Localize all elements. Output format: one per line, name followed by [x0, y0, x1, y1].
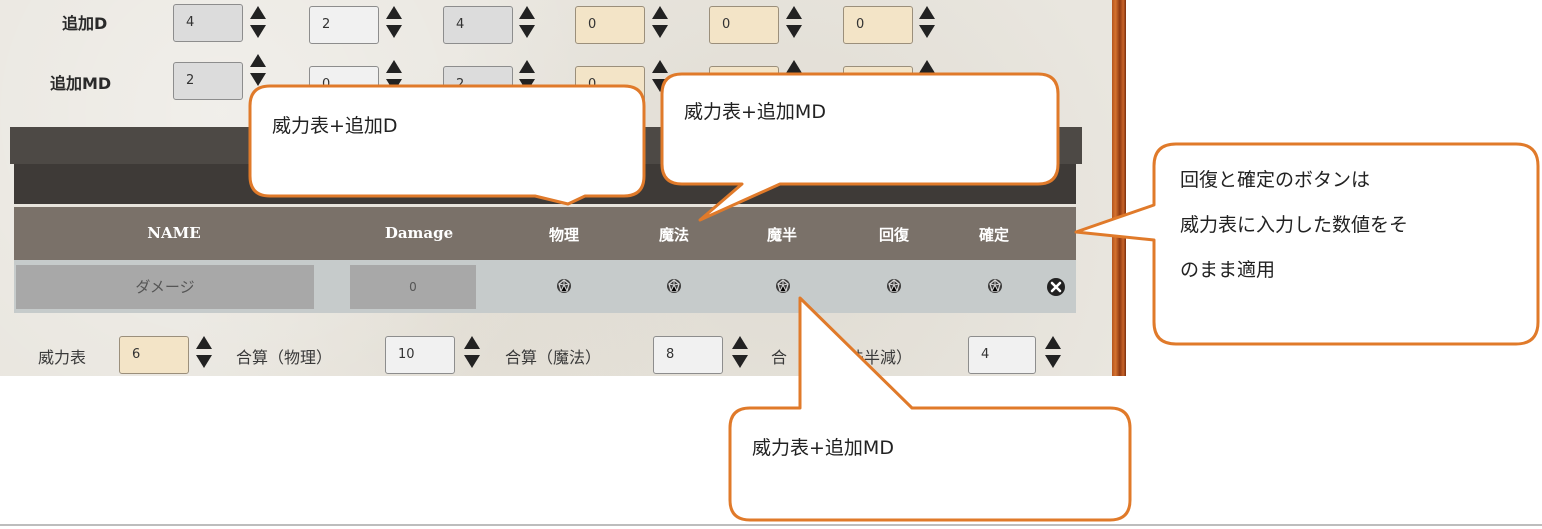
callout-4-bubble	[728, 296, 1132, 522]
callout-3-line2: 威力表に入力した数値をそ	[1180, 214, 1409, 236]
callout-4-text: 威力表+追加MD	[752, 437, 894, 459]
callout-1-text: 威力表+追加D	[272, 115, 398, 137]
bottom-rule	[0, 524, 1542, 526]
callout-3-line1: 回復と確定のボタンは	[1180, 169, 1371, 191]
callout-2-text: 威力表+追加MD	[684, 101, 826, 123]
callout-3-line3: のまま適用	[1180, 259, 1276, 281]
